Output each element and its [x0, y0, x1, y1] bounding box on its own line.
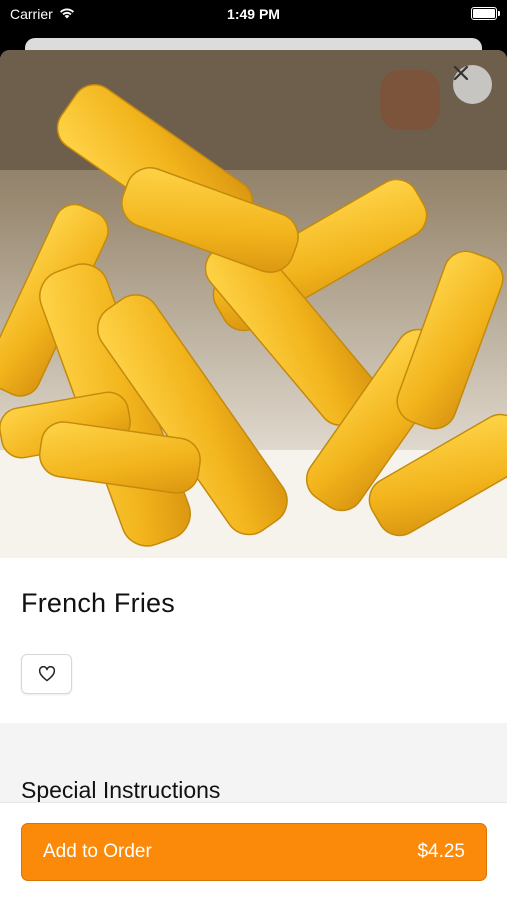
status-time: 1:49 PM [227, 6, 280, 22]
status-bar: Carrier 1:49 PM [0, 0, 507, 30]
item-detail-sheet: French Fries Special Instructions Add to… [0, 50, 507, 900]
bottom-bar: Add to Order $4.25 [0, 802, 507, 900]
fries-illustration [0, 50, 507, 558]
add-to-order-button[interactable]: Add to Order $4.25 [21, 823, 487, 881]
favorite-button[interactable] [21, 654, 72, 694]
item-photo [0, 50, 507, 558]
special-instructions-heading: Special Instructions [21, 777, 221, 803]
heart-icon [38, 666, 55, 682]
battery-icon [471, 7, 500, 20]
close-icon [453, 65, 469, 81]
add-to-order-label: Add to Order [43, 841, 152, 862]
order-price: $4.25 [417, 841, 465, 862]
close-button[interactable] [453, 65, 492, 104]
item-title: French Fries [21, 588, 175, 618]
